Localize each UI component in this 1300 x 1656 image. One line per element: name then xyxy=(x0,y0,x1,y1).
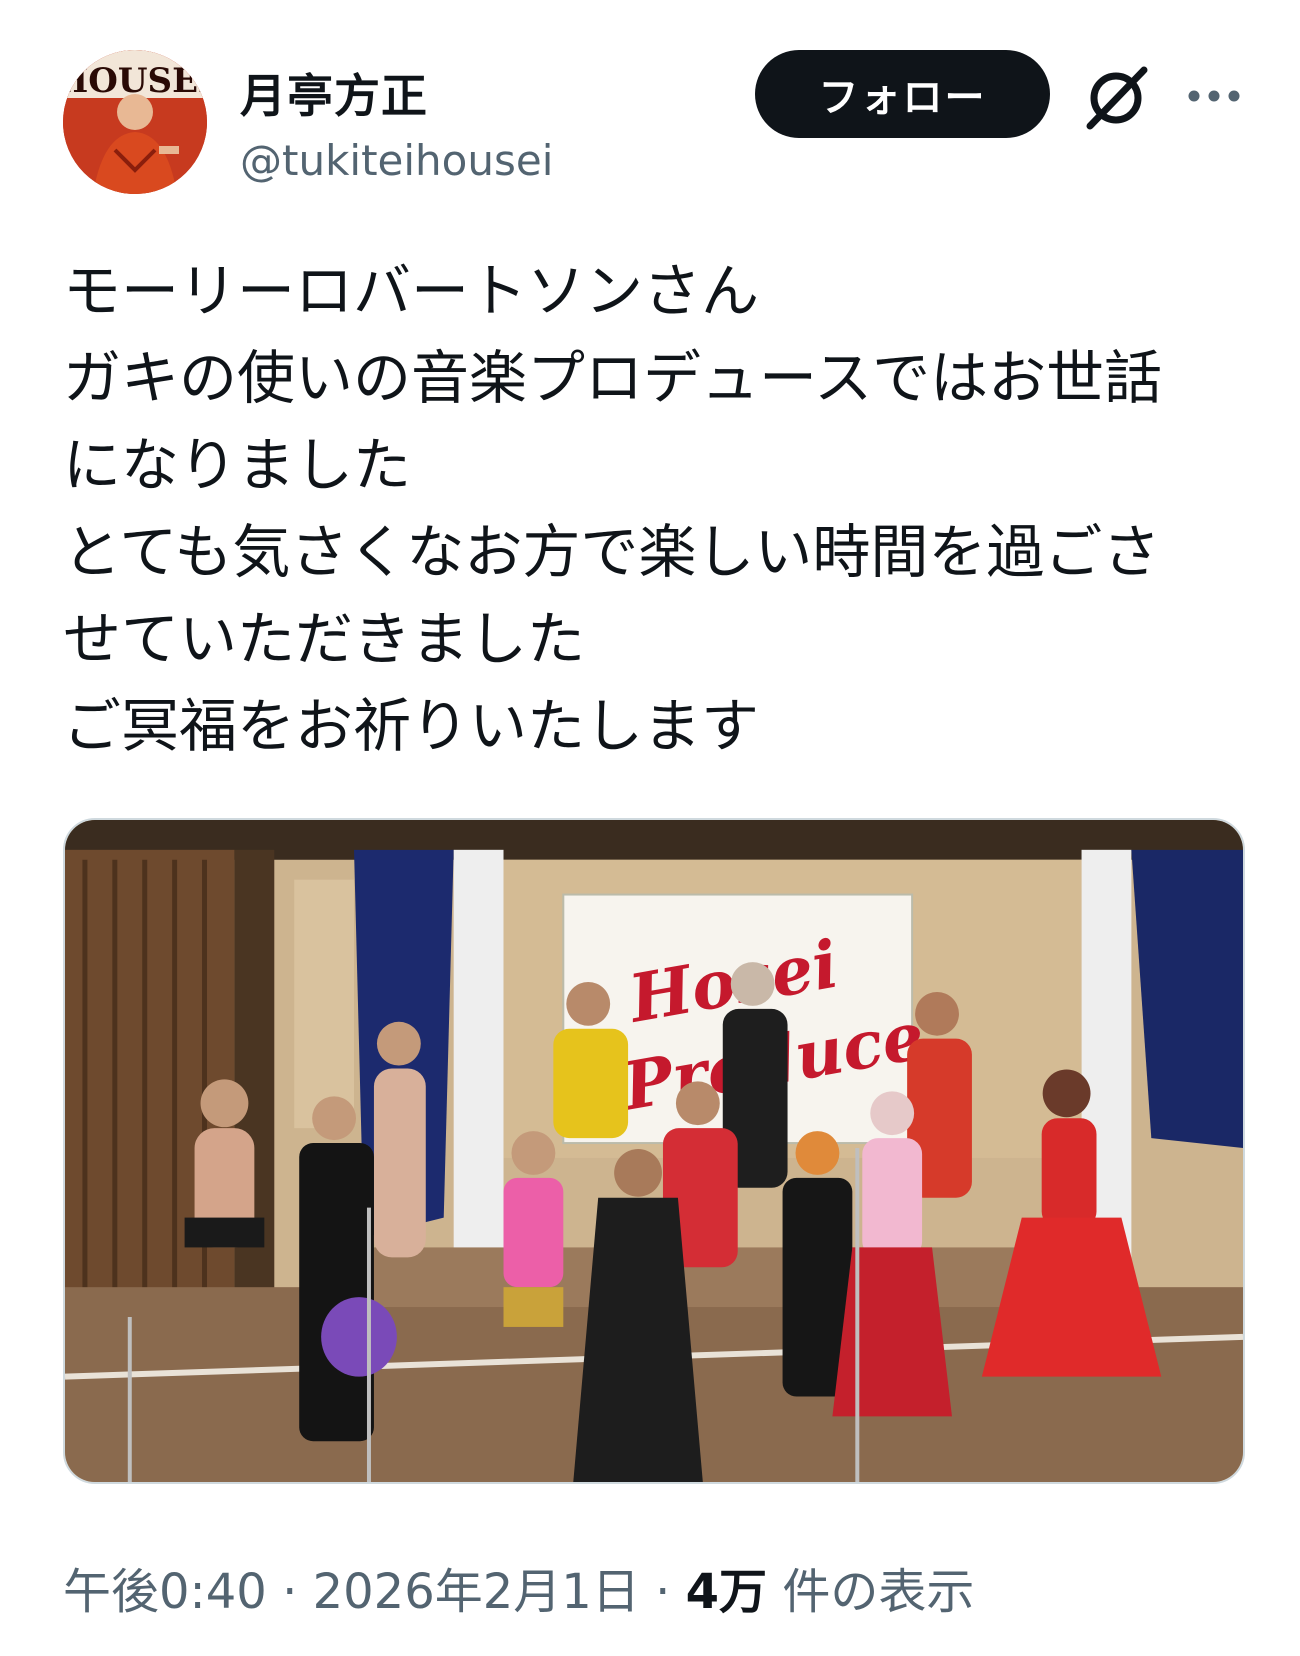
tweet-line: になりました xyxy=(63,431,412,499)
tweet-time[interactable]: 午後0:40 xyxy=(63,1564,267,1620)
tweet-line: ご冥福をお祈りいたします xyxy=(63,692,760,760)
tweet: HOUSEI 月亭方正 @tukiteihousei フォロー モーリーロバート… xyxy=(0,0,1300,1656)
tweet-line: モーリーロバートソンさん xyxy=(63,257,760,325)
views-label[interactable]: 件の表示 xyxy=(782,1564,974,1620)
tweet-text: モーリーロバートソンさん ガキの使いの音楽プロデュースではお世話 になりました … xyxy=(63,248,1263,770)
handle[interactable]: @tukiteihousei xyxy=(240,136,553,185)
tweet-line: せていただきました xyxy=(63,605,586,673)
views-count[interactable]: 4万 xyxy=(686,1564,767,1620)
meta-separator: · xyxy=(655,1564,671,1620)
grok-icon[interactable] xyxy=(1080,62,1152,134)
tweet-meta: 午後0:40 · 2026年2月1日 · 4万 件の表示 xyxy=(63,1552,974,1622)
tweet-line: ガキの使いの音楽プロデュースではお世話 xyxy=(63,344,1163,412)
follow-button[interactable]: フォロー xyxy=(755,50,1050,138)
meta-separator: · xyxy=(282,1564,298,1620)
display-name[interactable]: 月亭方正 xyxy=(240,60,428,126)
avatar[interactable]: HOUSEI xyxy=(63,50,207,194)
tweet-line: とても気さくなお方で楽しい時間を過ごさ xyxy=(63,518,1161,586)
stage-photo: Hosei Produce xyxy=(65,820,1243,1482)
tweet-date[interactable]: 2026年2月1日 xyxy=(313,1564,640,1620)
tweet-media-image[interactable]: Hosei Produce xyxy=(63,818,1245,1484)
more-icon[interactable] xyxy=(1186,78,1242,114)
avatar-image: HOUSEI xyxy=(63,50,207,194)
